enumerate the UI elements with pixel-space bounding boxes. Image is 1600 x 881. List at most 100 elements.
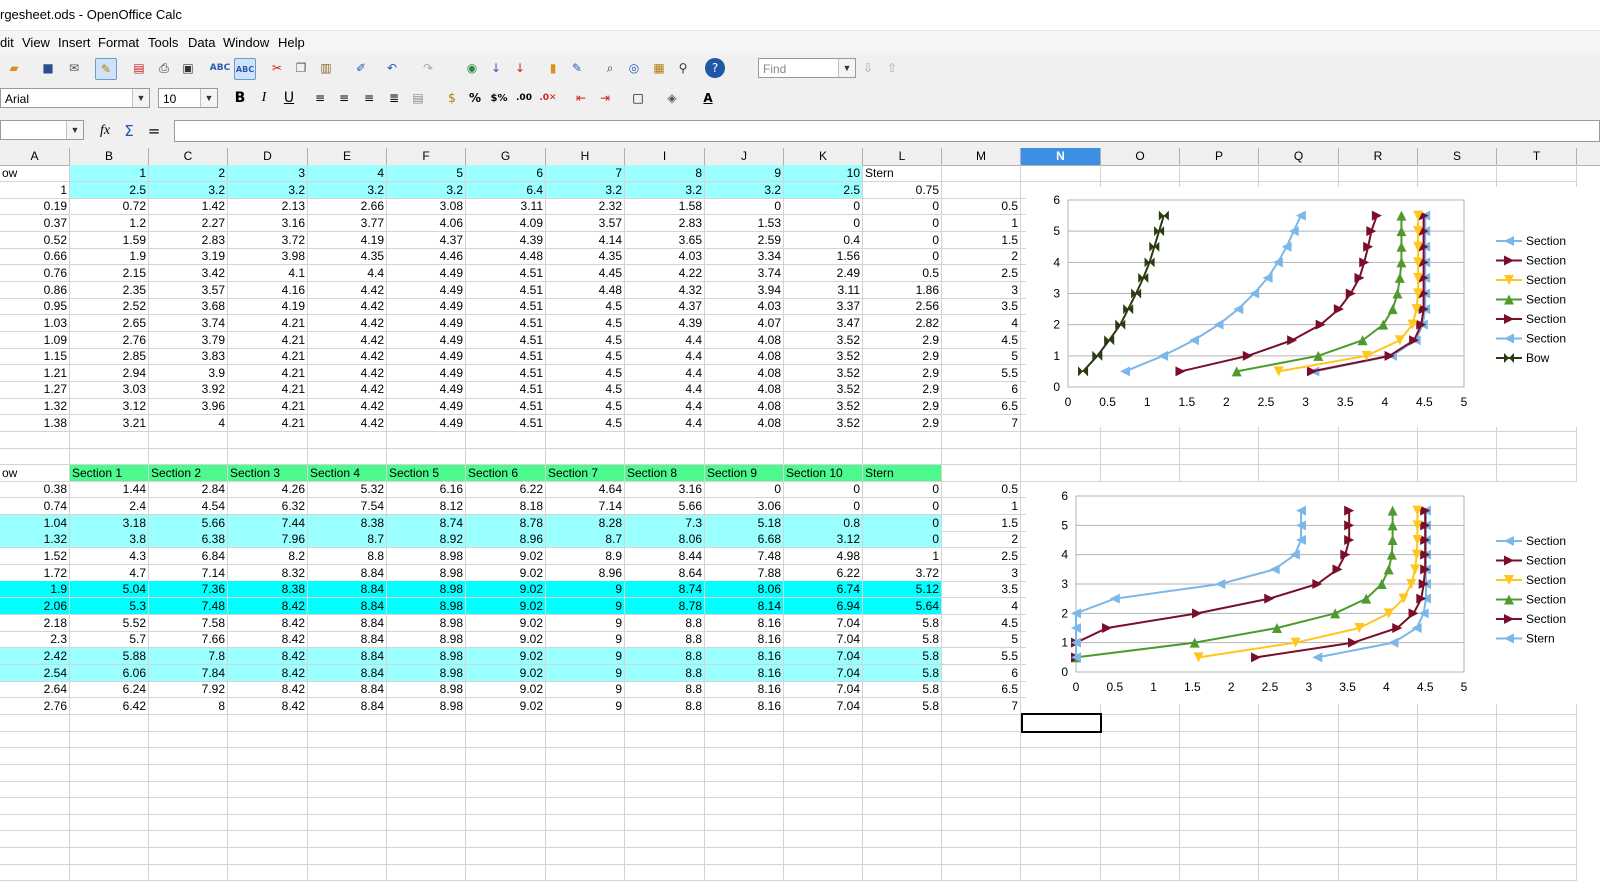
empty-cell[interactable]	[1101, 814, 1180, 832]
cell[interactable]: 0.86	[0, 281, 70, 299]
empty-cell[interactable]	[1497, 747, 1577, 765]
cell[interactable]: 3.2	[228, 181, 308, 199]
cell[interactable]: 4.49	[387, 314, 466, 332]
empty-cell[interactable]	[70, 797, 149, 815]
empty-cell[interactable]	[1339, 797, 1418, 815]
pdf-icon[interactable]: ▤	[129, 58, 149, 78]
cell[interactable]: 5.5	[942, 364, 1021, 382]
empty-cell[interactable]	[387, 764, 466, 782]
cell[interactable]: 8.8	[625, 614, 705, 632]
empty-cell[interactable]	[1180, 847, 1259, 865]
cell[interactable]: Section 6	[466, 464, 546, 482]
empty-cell[interactable]	[1339, 747, 1418, 765]
cell[interactable]: 3.68	[149, 298, 228, 316]
cell[interactable]: 8.84	[308, 697, 387, 715]
empty-cell[interactable]	[784, 797, 863, 815]
cell[interactable]: 8.42	[228, 631, 308, 649]
cell[interactable]: 7.04	[784, 697, 863, 715]
cell[interactable]: 1	[863, 547, 942, 566]
empty-cell[interactable]	[863, 814, 942, 832]
empty-cell[interactable]	[308, 797, 387, 815]
empty-cell[interactable]	[1259, 731, 1339, 749]
empty-cell[interactable]	[308, 831, 387, 849]
cell[interactable]: 7.04	[784, 681, 863, 699]
empty-cell[interactable]	[466, 731, 546, 749]
empty-cell[interactable]	[1180, 814, 1259, 832]
cell[interactable]: 5.88	[70, 647, 149, 665]
align-center-icon[interactable]: ≡	[334, 88, 354, 108]
currency-icon[interactable]: $	[442, 88, 462, 108]
empty-cell[interactable]	[1418, 847, 1497, 865]
empty-cell[interactable]	[784, 714, 863, 732]
cell[interactable]: 4.51	[466, 331, 546, 349]
empty-cell[interactable]	[228, 814, 308, 832]
empty-cell[interactable]	[1497, 797, 1577, 815]
cell[interactable]: 9	[546, 581, 625, 599]
cell[interactable]: 3.57	[149, 281, 228, 299]
empty-cell[interactable]	[1101, 731, 1180, 749]
empty-cell[interactable]	[1021, 448, 1101, 466]
empty-cell[interactable]	[1339, 831, 1418, 849]
cell[interactable]: 6.5	[942, 681, 1021, 699]
cell[interactable]: 4	[149, 414, 228, 432]
empty-cell[interactable]	[308, 781, 387, 799]
cell[interactable]: 2.9	[863, 414, 942, 432]
empty-cell[interactable]	[942, 847, 1021, 865]
cell[interactable]: 4.08	[705, 414, 784, 432]
cell[interactable]: 8.84	[308, 564, 387, 582]
cell[interactable]: 4.21	[228, 364, 308, 382]
cell[interactable]: 5.66	[625, 498, 705, 516]
empty-cell[interactable]	[1180, 731, 1259, 749]
cell[interactable]: 2.76	[0, 697, 70, 715]
cell[interactable]: Section 5	[387, 464, 466, 482]
empty-cell[interactable]	[0, 747, 70, 765]
empty-cell[interactable]	[784, 847, 863, 865]
empty-cell[interactable]	[942, 464, 1021, 482]
column-header-r[interactable]: R	[1339, 148, 1418, 165]
empty-cell[interactable]	[1180, 747, 1259, 765]
empty-cell[interactable]	[705, 814, 784, 832]
cell[interactable]: 9.02	[466, 664, 546, 682]
align-left-icon[interactable]: ≡	[310, 88, 330, 108]
cell[interactable]: 5.66	[149, 514, 228, 532]
empty-cell[interactable]	[942, 831, 1021, 849]
empty-cell[interactable]	[387, 864, 466, 881]
empty-cell[interactable]	[942, 731, 1021, 749]
empty-cell[interactable]	[1418, 464, 1497, 482]
empty-cell[interactable]	[149, 448, 228, 466]
empty-cell[interactable]	[705, 797, 784, 815]
cell[interactable]: 4.49	[387, 414, 466, 432]
empty-cell[interactable]	[1497, 814, 1577, 832]
empty-cell[interactable]	[1339, 847, 1418, 865]
empty-cell[interactable]	[1180, 431, 1259, 449]
cell[interactable]: 3.96	[149, 398, 228, 416]
cell[interactable]: 4.5	[546, 298, 625, 316]
menu-edit[interactable]: dit	[0, 35, 14, 50]
empty-cell[interactable]	[1259, 448, 1339, 466]
sum-icon[interactable]: Σ	[119, 121, 139, 141]
empty-cell[interactable]	[1180, 781, 1259, 799]
empty-cell[interactable]	[625, 448, 705, 466]
cell[interactable]: 1.9	[0, 581, 70, 599]
empty-cell[interactable]	[0, 864, 70, 881]
background-icon[interactable]: ◈	[662, 88, 682, 108]
cell[interactable]: 5	[942, 631, 1021, 649]
cell[interactable]: 3.8	[70, 531, 149, 549]
empty-cell[interactable]	[1021, 464, 1101, 482]
cell[interactable]: 5.32	[308, 481, 387, 499]
cell[interactable]: 4.08	[705, 398, 784, 416]
cell[interactable]: 1.44	[70, 481, 149, 499]
percent-icon[interactable]: %	[465, 88, 485, 108]
empty-cell[interactable]	[0, 764, 70, 782]
cell[interactable]: 3.2	[705, 181, 784, 199]
empty-cell[interactable]	[1497, 731, 1577, 749]
empty-cell[interactable]	[308, 847, 387, 865]
cell[interactable]: 4.42	[308, 381, 387, 399]
cell[interactable]: 8.96	[546, 564, 625, 582]
empty-cell[interactable]	[784, 814, 863, 832]
cell[interactable]: 7.84	[149, 664, 228, 682]
cell[interactable]: 2.85	[70, 348, 149, 366]
empty-cell[interactable]	[1259, 864, 1339, 881]
menu-data[interactable]: Data	[188, 35, 215, 50]
cell[interactable]: 0	[863, 198, 942, 216]
